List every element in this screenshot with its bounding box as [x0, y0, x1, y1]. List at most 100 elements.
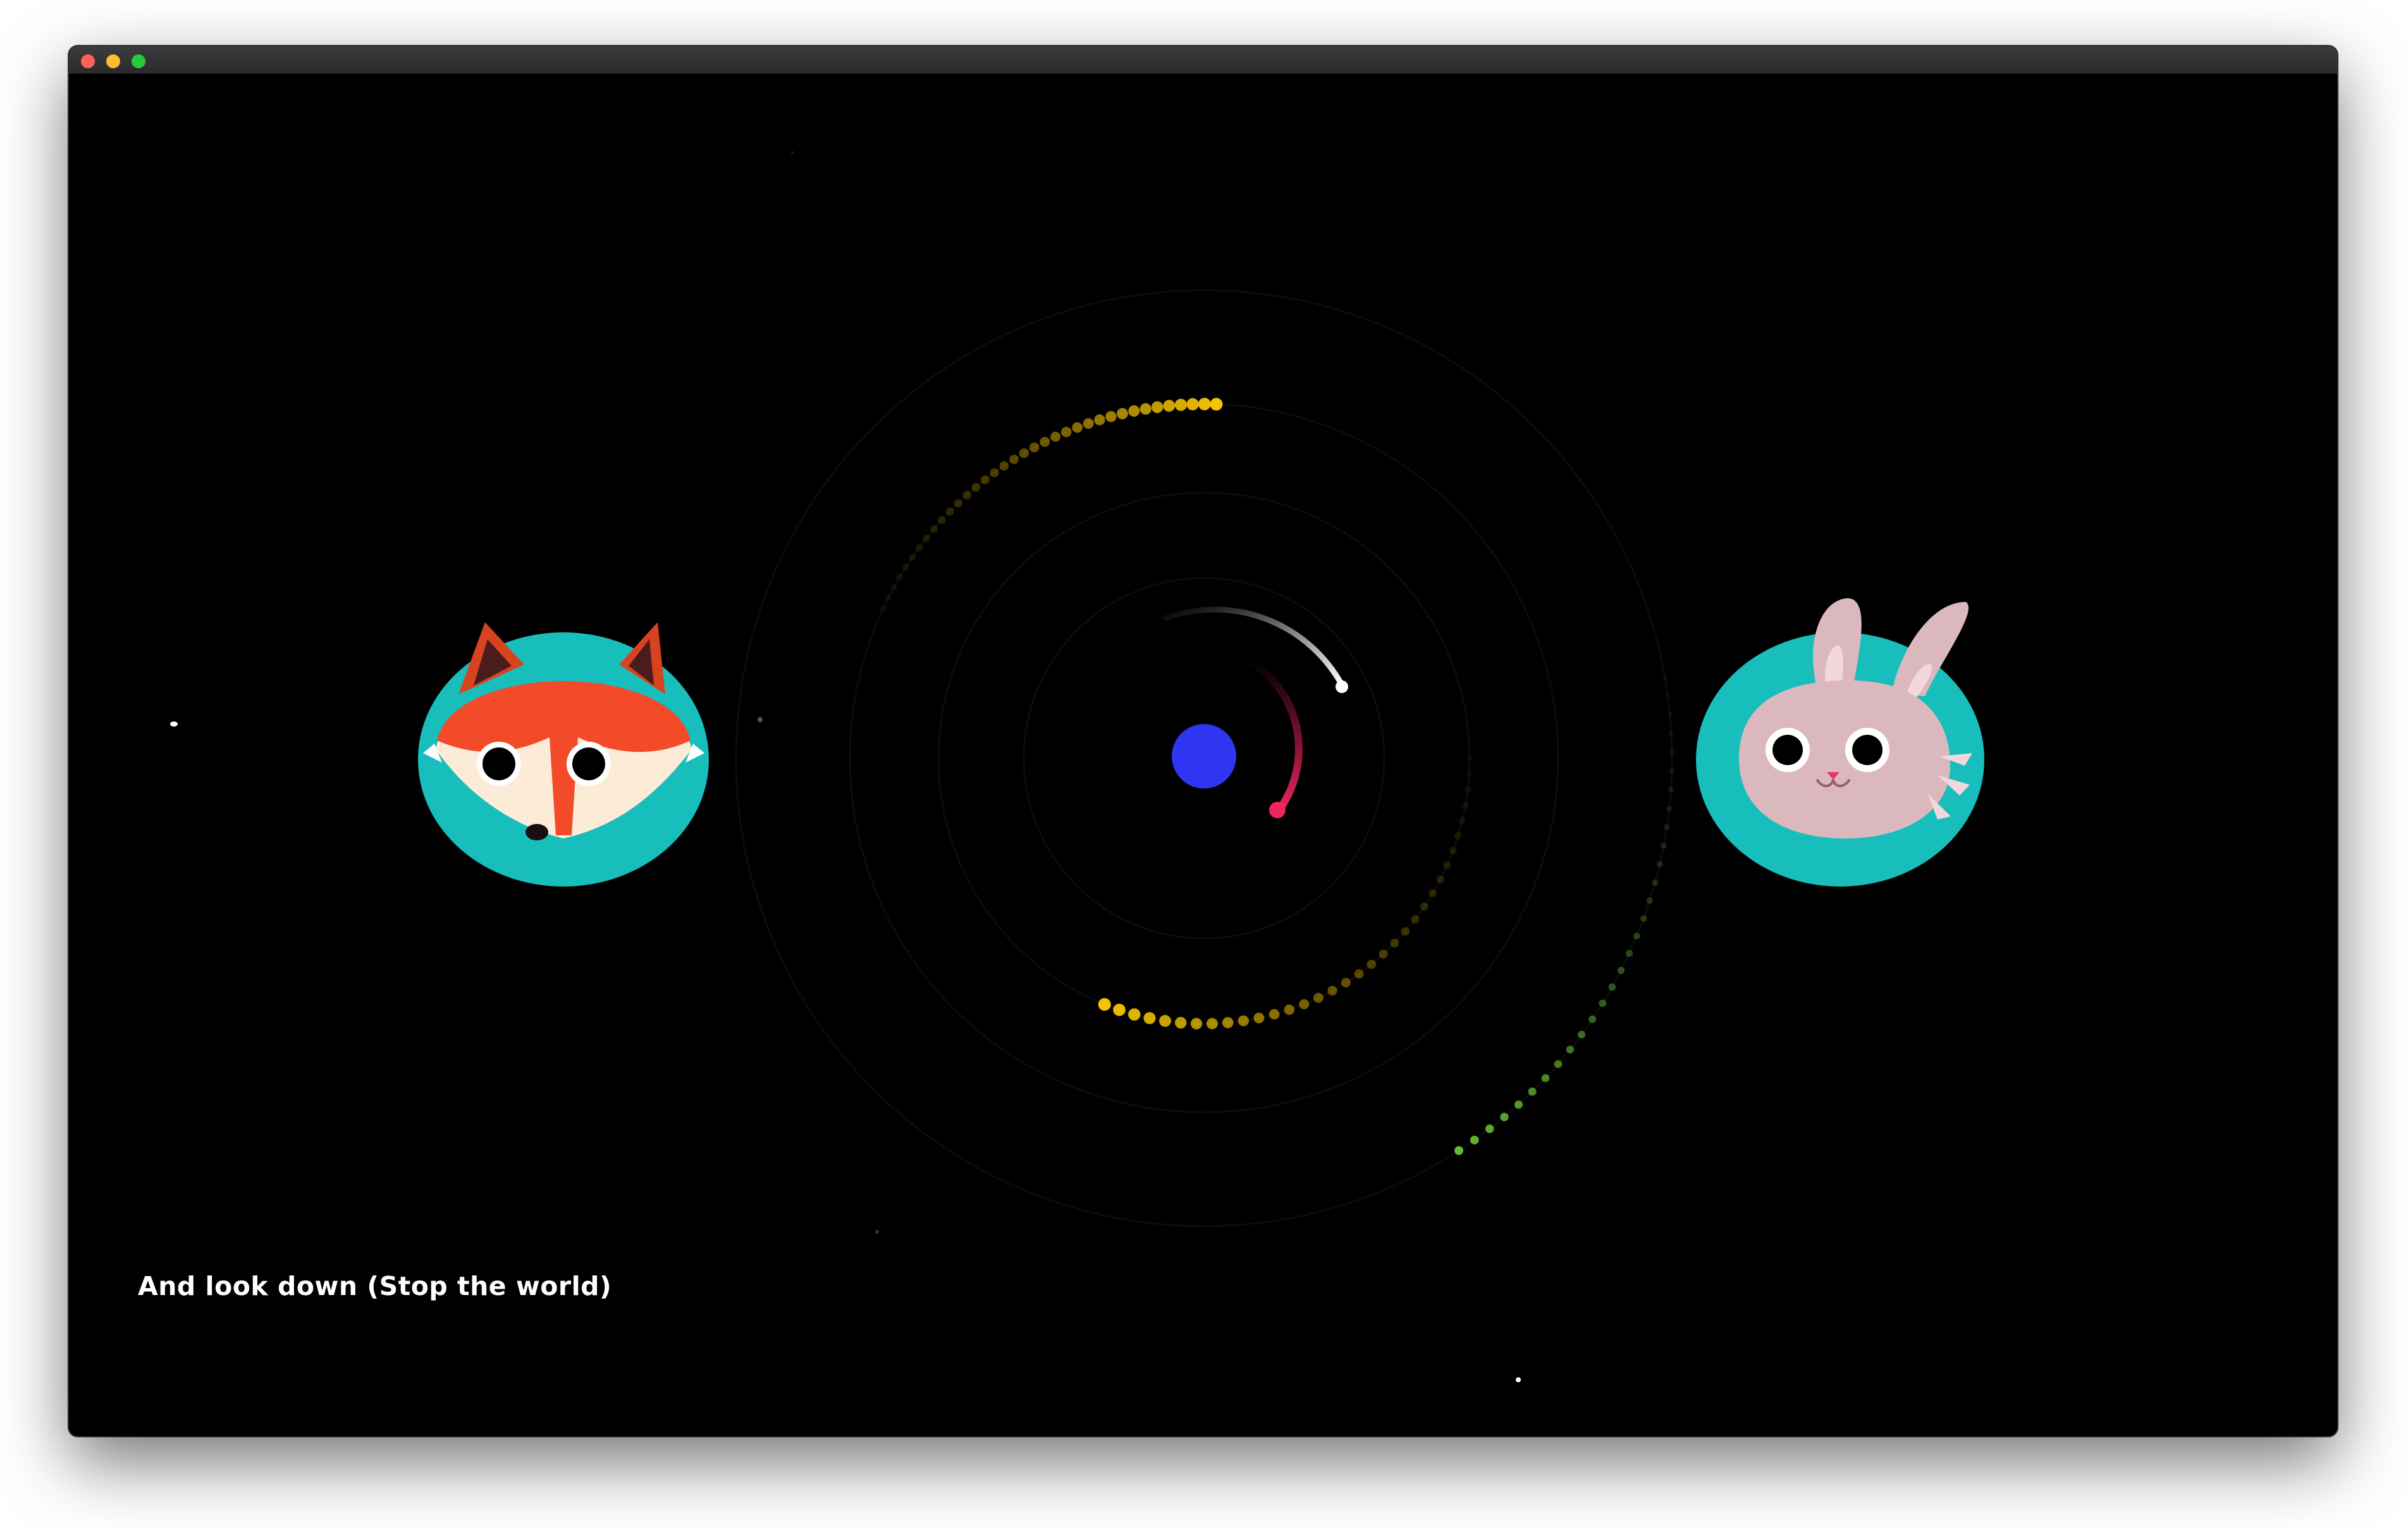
orbit-trail-dot [930, 525, 938, 533]
orbit-trail-dot [902, 563, 910, 571]
bunny-icon[interactable] [1696, 598, 1984, 887]
app-window: And look down (Stop the world) [69, 46, 2337, 1436]
orbit-trail-dot [1578, 1031, 1586, 1039]
orbit-trail-dot [971, 482, 981, 492]
orbit-trail-dot [1163, 400, 1176, 412]
orbit-trail-dot [1072, 422, 1083, 433]
orbit-trail-dot [1566, 1045, 1575, 1054]
orbit-trail-dot [1588, 1015, 1597, 1023]
orbit-trail-dot [1662, 674, 1668, 680]
orbit-trail-dot [1449, 847, 1457, 855]
orbit-trail-dot [1454, 1146, 1463, 1155]
orbit-trail-dot [1367, 959, 1377, 969]
orbit-trail-dot [1646, 897, 1654, 904]
orbit-trail-dot [1327, 986, 1337, 996]
orbit-arc-white [1163, 606, 1345, 688]
orbit-trail-dot [1464, 786, 1471, 793]
orbit-trail-dot [1461, 801, 1469, 809]
orbit-trail-dot [1019, 448, 1029, 458]
orbit-trail-dot [1443, 861, 1451, 869]
orbit-trail-dot [1299, 999, 1310, 1010]
orbit-trail-dot [1186, 398, 1199, 410]
orbit-trail-dot [1190, 1017, 1203, 1029]
orbit-trail-dot [938, 516, 946, 524]
orbit-trail-dot [1238, 1015, 1249, 1026]
orbit-trail-dot [1541, 1074, 1550, 1083]
orbit-trail-dot [1633, 932, 1640, 940]
orbit-trail-dot [1656, 861, 1663, 868]
orbit-trail-dot [1284, 1004, 1295, 1016]
orbit-trail-dot [1222, 1017, 1234, 1029]
orbit-trail-dot [1268, 1009, 1280, 1020]
song-caption: And look down (Stop the world) [138, 1271, 612, 1301]
orbit-trail-dot [1117, 408, 1128, 419]
orbit-trail-dot [1617, 966, 1625, 974]
visualizer-canvas [170, 151, 1984, 1382]
orbit-trail-dot [1661, 842, 1667, 849]
orbit-trail-dot [1061, 427, 1072, 438]
orbit-trail-dot [1128, 1008, 1141, 1021]
orbit-trail-dot [1207, 1017, 1218, 1029]
orbit-trail-dot [962, 491, 971, 500]
orbit-trail-dot [1500, 1112, 1509, 1122]
orbit-trail-dot [990, 468, 999, 477]
orbit-dot-white [1336, 680, 1348, 693]
orbit-trail-dot [1599, 999, 1607, 1007]
orbit-trail-dot [1466, 755, 1473, 761]
orbit-trail-dot [1665, 692, 1671, 699]
orbit-trail-dot [1040, 436, 1050, 447]
orbit-trail-dot [1113, 1004, 1126, 1016]
orbit-trail-dot [1454, 832, 1462, 840]
orbit-trail-dot [1667, 711, 1673, 717]
orbit-trail-dot [1098, 998, 1111, 1011]
orbit-trail-dot [1458, 817, 1466, 825]
orbit-trail-dot [1420, 902, 1428, 911]
orbit-trail-dot [1652, 879, 1659, 886]
orbit-trail-dot [909, 553, 916, 561]
orbit-trail-dot [1151, 401, 1164, 414]
orbit-trail-dot [1669, 749, 1675, 755]
particles [170, 151, 1521, 1382]
orbit-trail-dot [1428, 889, 1437, 897]
title-bar [69, 46, 2337, 74]
orbit-trail-dot [1666, 805, 1673, 812]
orbit-trail-green [1454, 674, 1675, 1155]
orbit-trail-dot [896, 574, 904, 581]
orbit-dot-red [1269, 802, 1286, 818]
orbit-trail-dot [1159, 1015, 1171, 1027]
orbit-trail-dot [885, 594, 892, 601]
maximize-window-button[interactable] [132, 54, 145, 68]
orbit-trail-dot [1128, 405, 1140, 417]
orbit-trail-dot [1390, 938, 1399, 948]
orbit-trail-dot [1466, 770, 1473, 778]
orbit-trail-dot [954, 499, 962, 508]
orbit-trail-dot [1253, 1012, 1265, 1024]
orbit-trail-dot [1313, 993, 1324, 1003]
orbit-trail-dot [1401, 927, 1410, 936]
orbit-trail-dot [1436, 875, 1444, 883]
orbit-trail-dot [1514, 1100, 1523, 1109]
orbit-trail-dot [923, 534, 931, 543]
orbit-trail-dot [1354, 969, 1364, 979]
orbit-trail-dot [1140, 403, 1152, 415]
close-window-button[interactable] [81, 54, 95, 68]
orbit-trail-dot [1009, 455, 1019, 464]
orbit-trail-dot [945, 507, 954, 516]
orbit-trail-dot [1175, 1017, 1187, 1029]
orbit-trail-dot [1625, 950, 1633, 957]
orbit-trail-dot [1668, 787, 1674, 793]
orbit-arc-red [1246, 657, 1303, 817]
orbit-trail-dot [1640, 915, 1647, 922]
orbit-trail-yellow-top [880, 398, 1223, 612]
minimize-window-button[interactable] [106, 54, 120, 68]
orbit-trail-dot [890, 584, 897, 591]
orbit-trail-dot [1029, 442, 1040, 453]
orbit-trail-dot [1050, 431, 1061, 442]
orbit-trail-dot [1664, 824, 1670, 830]
fox-icon[interactable] [418, 622, 709, 887]
orbit-trail-dot [1143, 1012, 1156, 1024]
orbit-trail-dot [1379, 949, 1388, 959]
orbit-trail-dot [1470, 1136, 1479, 1145]
orbit-trail-dot [1668, 730, 1674, 736]
orbit-trail-dot [1094, 414, 1105, 426]
